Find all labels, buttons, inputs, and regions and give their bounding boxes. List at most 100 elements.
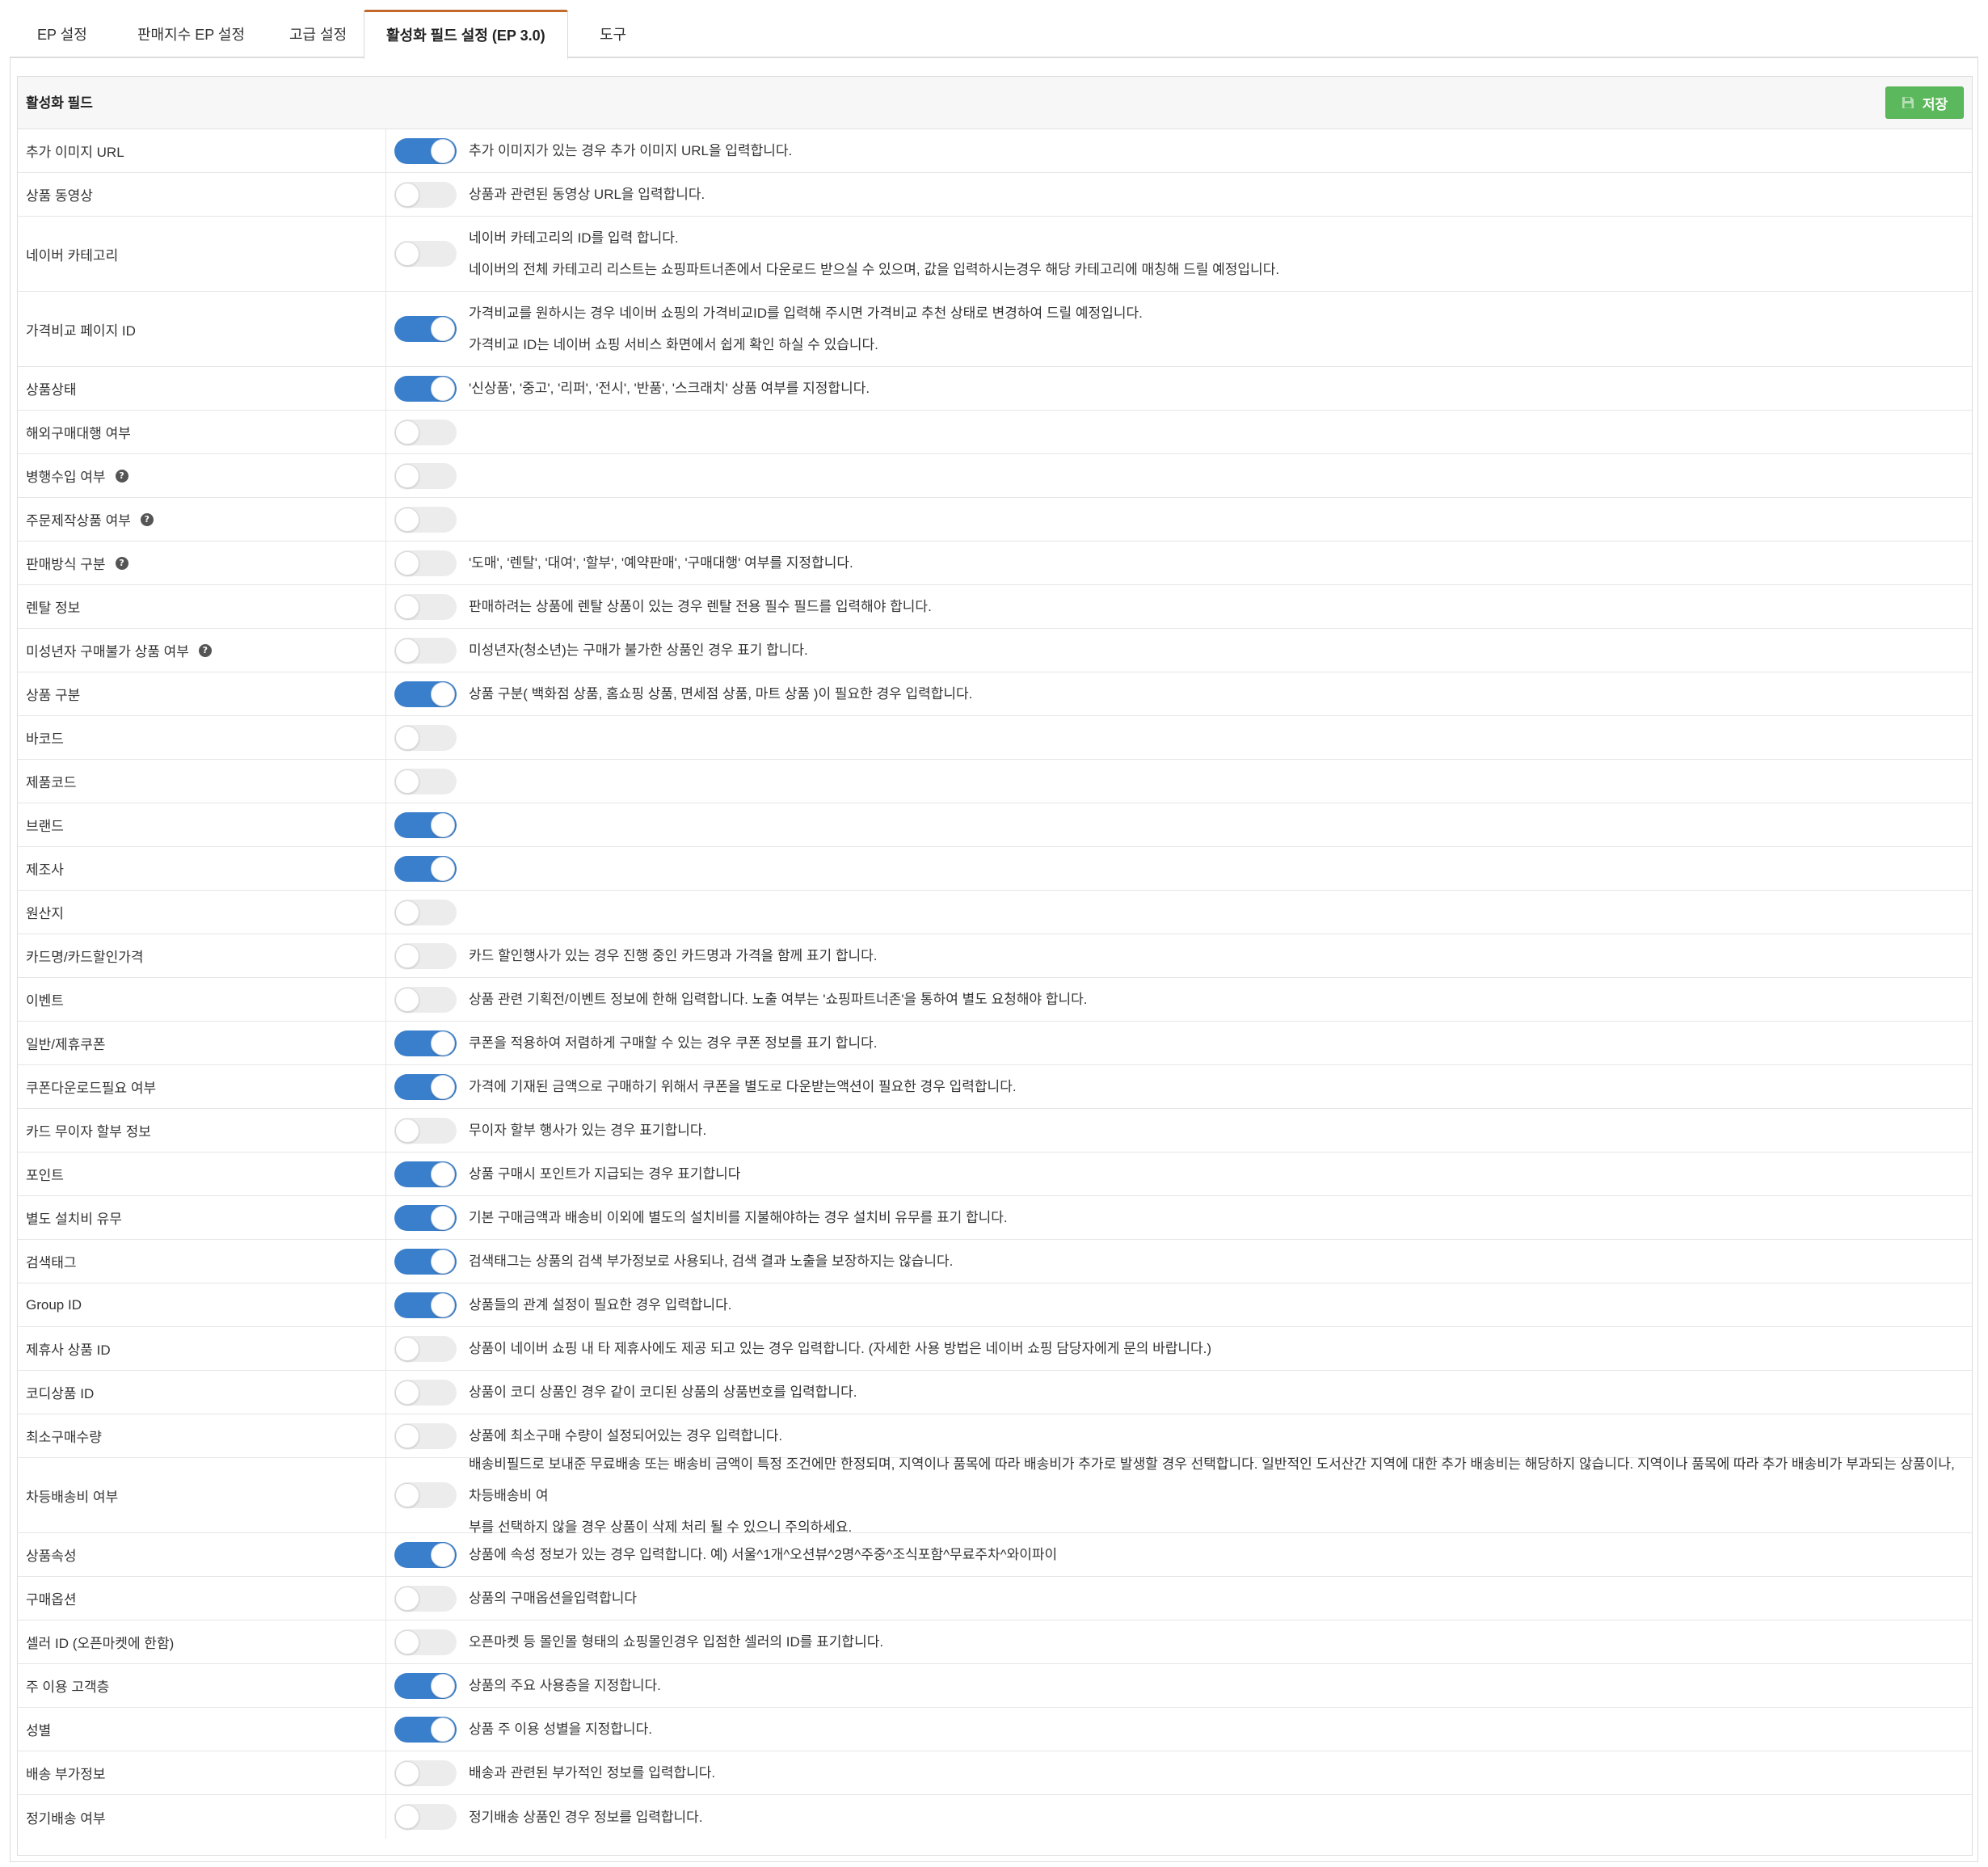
field-label: 상품 구분: [26, 672, 80, 715]
field-toggle-switch[interactable]: [394, 681, 457, 707]
field-toggle-switch[interactable]: [394, 811, 457, 838]
column-divider: [385, 1533, 386, 1576]
field-description-line: 상품 관련 기획전/이벤트 정보에 한해 입력합니다. 노출 여부는 '쇼핑파트…: [469, 992, 1088, 1007]
field-description: 상품이 네이버 쇼핑 내 타 제휴사에도 제공 되고 있는 경우 입력합니다. …: [469, 1327, 1964, 1370]
field-toggle-switch[interactable]: [394, 1204, 457, 1231]
field-label-text: 브랜드: [26, 819, 64, 834]
field-toggle-switch[interactable]: [394, 1335, 457, 1362]
field-label-text: 정기배송 여부: [26, 1810, 106, 1827]
field-toggle-switch[interactable]: [394, 1073, 457, 1100]
field-description: 추가 이미지가 있는 경우 추가 이미지 URL을 입력합니다.: [469, 129, 1964, 172]
field-toggle-switch[interactable]: [394, 724, 457, 751]
column-divider: [385, 1022, 386, 1064]
field-label-text: 이벤트: [26, 993, 64, 1009]
field-label: 가격비교 페이지 ID: [26, 292, 136, 366]
field-toggle-switch[interactable]: [394, 986, 457, 1013]
field-description-line: 상품 구분( 백화점 상품, 홈쇼핑 상품, 면세점 상품, 마트 상품 )이 …: [469, 686, 973, 702]
field-row: 판매방식 구분? '도매', '렌탈', '대여', '할부', '예약판매', …: [18, 542, 1972, 585]
field-toggle-switch[interactable]: [394, 1541, 457, 1568]
field-row: 상품 구분 상품 구분( 백화점 상품, 홈쇼핑 상품, 면세점 상품, 마트 상…: [18, 672, 1972, 716]
tab-active-fields-settings[interactable]: 활성화 필드 설정 (EP 3.0): [364, 10, 568, 60]
field-toggle-switch[interactable]: [394, 1672, 457, 1699]
field-toggle-switch[interactable]: [394, 1030, 457, 1056]
field-row: 카드명/카드할인가격 카드 할인행사가 있는 경우 진행 중인 카드명과 가격을 …: [18, 934, 1972, 978]
column-divider: [385, 367, 386, 410]
field-row: 성별 상품 주 이용 성별을 지정합니다.: [18, 1708, 1972, 1751]
toggle-knob: [395, 463, 419, 488]
field-toggle-switch[interactable]: [394, 462, 457, 489]
active-fields-header: 활성화 필드 저장: [18, 77, 1972, 129]
field-row: 상품 동영상 상품과 관련된 동영상 URL을 입력합니다.: [18, 173, 1972, 217]
toggle-cell: [394, 1533, 457, 1576]
field-toggle-switch[interactable]: [394, 550, 457, 576]
toggle-knob: [395, 1483, 419, 1507]
field-toggle-switch[interactable]: [394, 316, 457, 342]
field-toggle-switch[interactable]: [394, 137, 457, 164]
field-label-text: 성별: [26, 1723, 52, 1738]
toggle-cell: [394, 498, 457, 541]
field-label-text: 해외구매대행 여부: [26, 426, 131, 441]
field-toggle-switch[interactable]: [394, 1585, 457, 1612]
toggle-cell: [394, 1414, 457, 1457]
help-icon[interactable]: ?: [115, 469, 128, 483]
toggle-knob: [431, 681, 455, 706]
field-label-text: 코디상품 ID: [26, 1386, 95, 1401]
field-toggle-switch[interactable]: [394, 855, 457, 882]
tab-ep-settings[interactable]: EP 설정: [32, 10, 92, 58]
field-toggle-switch[interactable]: [394, 1248, 457, 1275]
toggle-knob: [431, 1074, 455, 1099]
field-label: 미성년자 구매불가 상품 여부?: [26, 629, 212, 672]
toggle-knob: [395, 594, 419, 619]
tab-tools[interactable]: 도구: [595, 10, 631, 58]
field-toggle-switch[interactable]: [394, 419, 457, 445]
tab-sales-index-ep-settings[interactable]: 판매지수 EP 설정: [133, 10, 250, 58]
field-toggle-switch[interactable]: [394, 1379, 457, 1406]
field-description-line: 네이버 카테고리의 ID를 입력 합니다.: [469, 230, 679, 246]
field-description: 상품과 관련된 동영상 URL을 입력합니다.: [469, 173, 1964, 216]
field-label-text: 제조사: [26, 862, 64, 878]
field-row: 추가 이미지 URL 추가 이미지가 있는 경우 추가 이미지 URL을 입력합니…: [18, 129, 1972, 173]
toggle-knob: [395, 242, 419, 266]
save-button[interactable]: 저장: [1885, 86, 1964, 119]
field-toggle-switch[interactable]: [394, 1117, 457, 1144]
field-toggle-switch[interactable]: [394, 1161, 457, 1187]
field-label: 별도 설치비 유무: [26, 1196, 122, 1239]
field-toggle-switch[interactable]: [394, 1422, 457, 1449]
field-toggle-switch[interactable]: [394, 181, 457, 208]
tab-advanced-settings[interactable]: 고급 설정: [284, 10, 352, 58]
field-row: 포인트 상품 구매시 포인트가 지급되는 경우 표기합니다: [18, 1153, 1972, 1196]
field-toggle-switch[interactable]: [394, 768, 457, 794]
field-row: 일반/제휴쿠폰 쿠폰을 적용하여 저렴하게 구매할 수 있는 경우 쿠폰 정보를 …: [18, 1022, 1972, 1065]
field-toggle-switch[interactable]: [394, 1716, 457, 1743]
field-label: 상품속성: [26, 1533, 77, 1576]
field-label-text: 상품상태: [26, 382, 77, 398]
field-toggle-switch[interactable]: [394, 241, 457, 267]
field-toggle-switch[interactable]: [394, 942, 457, 969]
toggle-cell: [394, 411, 457, 453]
field-row: 제휴사 상품 ID 상품이 네이버 쇼핑 내 타 제휴사에도 제공 되고 있는 경…: [18, 1327, 1972, 1371]
toggle-knob: [431, 1249, 455, 1274]
field-label-text: 가격비교 페이지 ID: [26, 322, 136, 339]
field-description-line: 상품에 속성 정보가 있는 경우 입력합니다. 예) 서울^1개^오션뷰^2명^…: [469, 1547, 1058, 1562]
column-divider: [385, 173, 386, 216]
field-toggle-switch[interactable]: [394, 506, 457, 533]
help-icon[interactable]: ?: [115, 556, 128, 570]
field-toggle-switch[interactable]: [394, 1629, 457, 1655]
toggle-cell: [394, 672, 457, 715]
field-toggle-switch[interactable]: [394, 1760, 457, 1786]
tab-content-panel: 활성화 필드 저장 추가 이미지 URL 추가 이미지가 있는 경우 추가 이미지…: [10, 58, 1978, 1862]
field-toggle-switch[interactable]: [394, 1482, 457, 1508]
field-toggle-switch[interactable]: [394, 899, 457, 925]
field-toggle-switch[interactable]: [394, 637, 457, 664]
help-icon[interactable]: ?: [140, 512, 154, 526]
toggle-knob: [395, 638, 419, 663]
field-toggle-switch[interactable]: [394, 1804, 457, 1830]
toggle-knob: [395, 550, 419, 575]
field-toggle-switch[interactable]: [394, 1292, 457, 1318]
field-label-text: Group ID: [26, 1296, 82, 1313]
field-description-line: 검색태그는 상품의 검색 부가정보로 사용되나, 검색 결과 노출을 보장하지는…: [469, 1254, 954, 1269]
field-toggle-switch[interactable]: [394, 375, 457, 402]
help-icon[interactable]: ?: [198, 643, 212, 657]
field-label: 배송 부가정보: [26, 1751, 106, 1794]
field-toggle-switch[interactable]: [394, 593, 457, 620]
